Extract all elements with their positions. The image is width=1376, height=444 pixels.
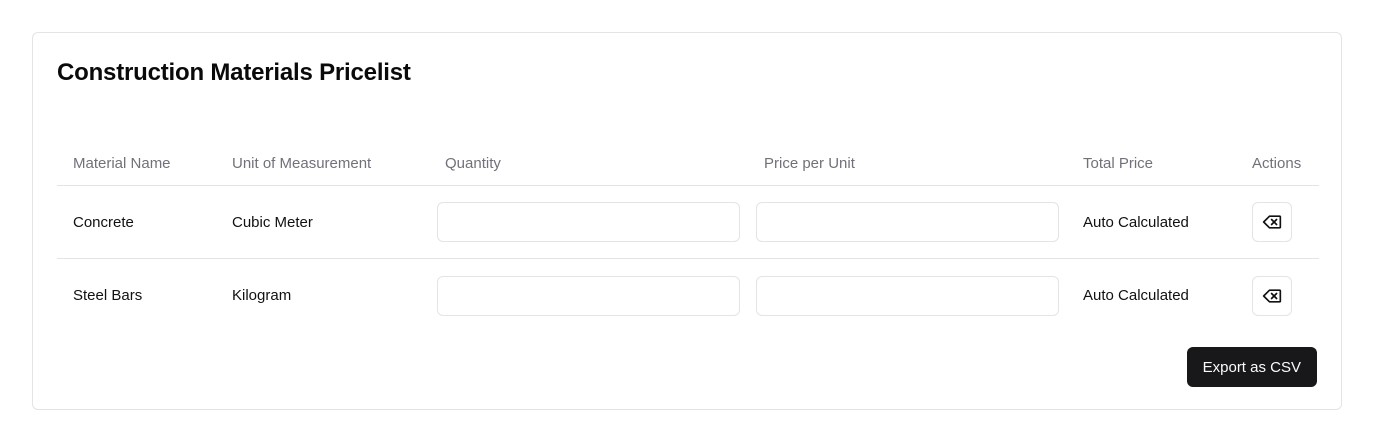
column-header-actions: Actions — [1252, 154, 1302, 172]
delete-row-button[interactable] — [1252, 275, 1292, 316]
price-per-unit-input[interactable] — [756, 202, 1059, 242]
column-header-price-per-unit: Price per Unit — [764, 154, 855, 172]
quantity-input[interactable] — [437, 202, 740, 242]
quantity-cell — [437, 186, 740, 258]
actions-cell — [1252, 259, 1292, 332]
material-name-cell: Concrete — [73, 213, 134, 231]
export-csv-button[interactable]: Export as CSV — [1186, 347, 1317, 387]
quantity-input[interactable] — [437, 275, 740, 316]
column-header-total-price: Total Price — [1083, 154, 1154, 172]
table-row: Concrete Cubic Meter Auto Calculated — [57, 186, 1319, 259]
price-cell — [756, 186, 1059, 258]
materials-table: Material Name Unit of Measurement Quanti… — [57, 141, 1319, 332]
quantity-cell — [437, 259, 740, 332]
price-cell — [756, 259, 1059, 332]
total-price-cell: Auto Calculated — [1083, 287, 1189, 304]
table-row: Steel Bars Kilogram Auto Calculated — [57, 259, 1319, 332]
price-per-unit-input[interactable] — [756, 275, 1059, 316]
delete-row-button[interactable] — [1252, 202, 1292, 242]
actions-cell — [1252, 186, 1292, 258]
delete-backspace-icon — [1262, 212, 1282, 232]
total-price-cell: Auto Calculated — [1083, 213, 1189, 231]
pricelist-card: Construction Materials Pricelist Materia… — [32, 32, 1342, 410]
unit-cell: Cubic Meter — [232, 213, 313, 231]
table-header-row: Material Name Unit of Measurement Quanti… — [57, 141, 1319, 186]
column-header-unit: Unit of Measurement — [232, 154, 372, 172]
unit-cell: Kilogram — [232, 287, 292, 304]
material-name-cell: Steel Bars — [73, 287, 143, 304]
delete-backspace-icon — [1262, 286, 1282, 306]
column-header-material-name: Material Name — [73, 154, 171, 172]
page-title: Construction Materials Pricelist — [57, 59, 411, 86]
column-header-quantity: Quantity — [445, 154, 501, 172]
